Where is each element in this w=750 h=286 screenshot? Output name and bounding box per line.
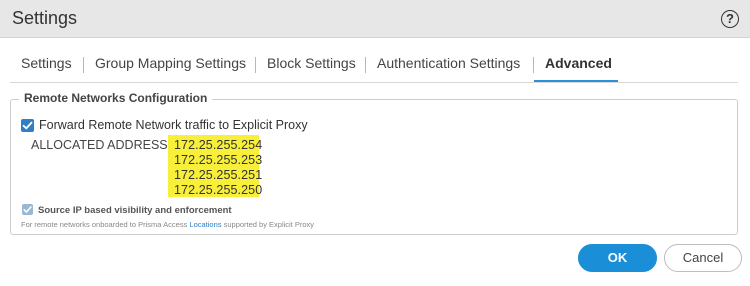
tab-block-settings[interactable]: Block Settings — [267, 55, 356, 71]
cancel-button[interactable]: Cancel — [664, 244, 742, 272]
allocated-address: 172.25.255.254 — [174, 138, 263, 152]
note-suffix: supported by Explicit Proxy — [221, 220, 315, 229]
source-ip-label: Source IP based visibility and enforceme… — [38, 205, 232, 216]
tab-separator — [255, 57, 256, 73]
tab-authentication-settings[interactable]: Authentication Settings — [377, 55, 520, 71]
forward-proxy-checkbox[interactable] — [21, 119, 34, 132]
help-icon[interactable]: ? — [721, 10, 739, 28]
settings-dialog: Settings ? Settings Group Mapping Settin… — [0, 0, 750, 286]
tab-advanced[interactable]: Advanced — [545, 55, 612, 71]
checkmark-icon — [23, 206, 32, 213]
locations-link[interactable]: Locations — [189, 220, 221, 229]
tab-bar: Settings Group Mapping Settings Block Se… — [0, 38, 750, 82]
allocated-address: 172.25.255.250 — [174, 183, 263, 197]
tab-separator — [83, 57, 84, 73]
checkmark-icon — [22, 121, 33, 130]
tabs-divider — [10, 82, 738, 83]
ok-button[interactable]: OK — [578, 244, 657, 272]
remote-networks-legend: Remote Networks Configuration — [19, 91, 213, 105]
tab-separator — [533, 57, 534, 73]
dialog-title: Settings — [12, 8, 78, 28]
tab-separator — [365, 57, 366, 73]
source-ip-checkbox[interactable] — [22, 204, 33, 215]
allocated-address: 172.25.255.253 — [174, 153, 263, 167]
tab-group-mapping-settings[interactable]: Group Mapping Settings — [95, 55, 246, 71]
forward-proxy-label: Forward Remote Network traffic to Explic… — [39, 118, 308, 132]
allocated-addresses-label: ALLOCATED ADDRESSES: — [31, 138, 188, 152]
tab-settings[interactable]: Settings — [21, 55, 72, 71]
allocated-address: 172.25.255.251 — [174, 168, 263, 182]
note-prefix: For remote networks onboarded to Prisma … — [21, 220, 190, 229]
source-ip-note: For remote networks onboarded to Prisma … — [21, 220, 314, 229]
dialog-titlebar: Settings ? — [0, 0, 750, 38]
